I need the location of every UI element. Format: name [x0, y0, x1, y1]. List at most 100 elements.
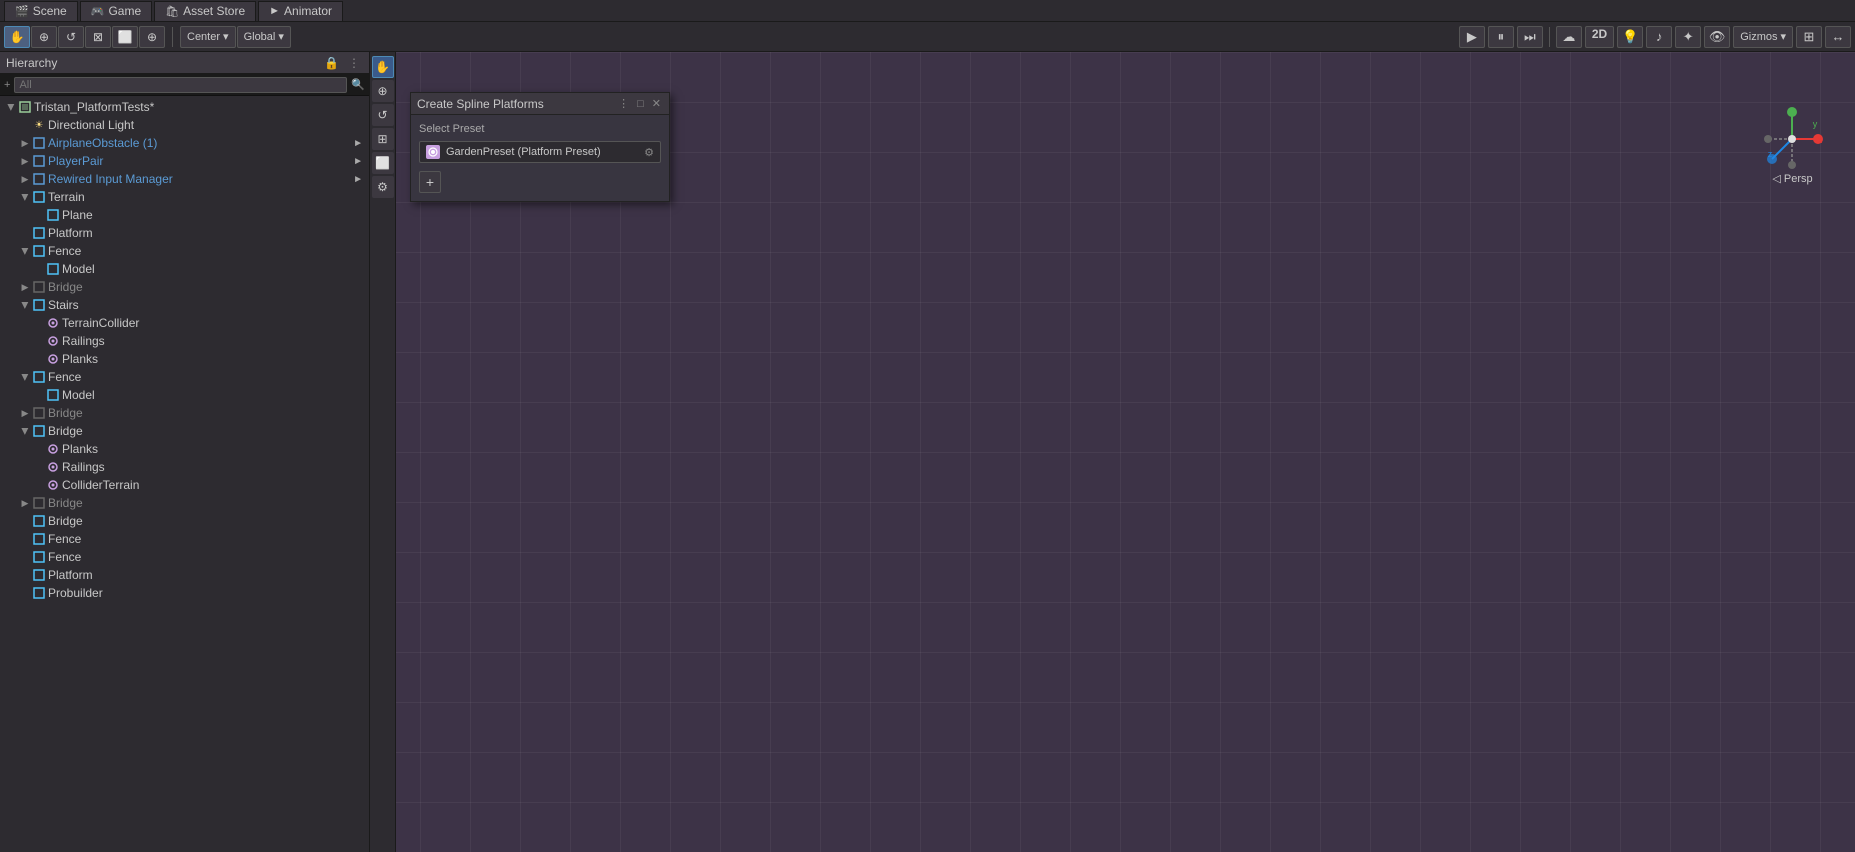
rotate-tool-btn[interactable]: ↺ — [58, 26, 84, 48]
effects-btn[interactable]: ✦ — [1675, 26, 1701, 48]
tree-item-bridge2[interactable]: ▶ Bridge — [0, 512, 369, 530]
fence3-cube-icon — [32, 532, 46, 546]
bridge-gray1-label: Bridge — [48, 280, 83, 294]
tree-item-fence3[interactable]: ▶ Fence — [0, 530, 369, 548]
tree-item-directional-light[interactable]: ▶ ☀ Directional Light — [0, 116, 369, 134]
hierarchy-search-icon[interactable]: 🔍 — [351, 78, 365, 91]
tree-item-fence4[interactable]: ▶ Fence — [0, 548, 369, 566]
railings1-icon — [46, 334, 60, 348]
game-tab-icon: 🎮 — [91, 5, 105, 18]
tree-item-tristan[interactable]: ▶ Tristan_PlatformTests* — [0, 98, 369, 116]
tree-item-terrain-collider[interactable]: ▶ TerrainCollider — [0, 314, 369, 332]
tree-item-railings1[interactable]: ▶ Railings — [0, 332, 369, 350]
game-tab-label: Game — [108, 4, 141, 18]
tree-item-platform2[interactable]: ▶ Platform — [0, 566, 369, 584]
play-button[interactable]: ▶ — [1459, 26, 1485, 48]
step-button[interactable]: ⏭ — [1517, 26, 1543, 48]
tab-scene[interactable]: 🎬 Scene — [4, 1, 78, 21]
lightbulb-btn[interactable]: 💡 — [1617, 26, 1643, 48]
layers-btn[interactable]: ⊞ — [1796, 26, 1822, 48]
tab-game[interactable]: 🎮 Game — [80, 1, 152, 21]
rewired-arrow-icon: ▶ — [18, 174, 32, 185]
tree-item-platform1[interactable]: ▶ Platform — [0, 224, 369, 242]
pivot-toggle[interactable]: Center ▾ — [180, 26, 236, 48]
rect-tool-btn[interactable]: ⬜ — [112, 26, 138, 48]
tree-item-player-pair[interactable]: ▶ PlayerPair ► — [0, 152, 369, 170]
tree-item-probuilder[interactable]: ▶ Probuilder — [0, 584, 369, 602]
tab-asset-store[interactable]: 🛍 Asset Store — [154, 1, 256, 21]
global-toggle[interactable]: Global ▾ — [237, 26, 291, 48]
tree-item-rewired[interactable]: ▶ Rewired Input Manager ► — [0, 170, 369, 188]
hierarchy-menu-icon[interactable]: ⋮ — [345, 56, 363, 70]
dialog-close-icon[interactable]: ✕ — [650, 95, 663, 112]
fence2-label: Fence — [48, 370, 81, 384]
layout-btn[interactable]: ↔ — [1825, 26, 1851, 48]
dialog-menu-icon[interactable]: ⋮ — [616, 95, 631, 112]
svg-text:x: x — [1818, 135, 1823, 145]
move-tool-btn[interactable]: ⊕ — [31, 26, 57, 48]
pause-button[interactable]: ⏸ — [1488, 26, 1514, 48]
2d-toggle-btn[interactable]: 2D — [1585, 26, 1614, 48]
tree-item-bridge-gray3[interactable]: ▶ Bridge — [0, 494, 369, 512]
platform1-label: Platform — [48, 226, 93, 240]
preset-settings-icon[interactable]: ⚙ — [644, 146, 654, 159]
global-arrow-icon: ▾ — [278, 30, 284, 43]
dialog-title: Create Spline Platforms — [417, 97, 544, 111]
cloud-button[interactable]: ☁ — [1556, 26, 1582, 48]
scene-hand-btn[interactable]: ✋ — [372, 56, 394, 78]
tree-item-plane[interactable]: ▶ Plane — [0, 206, 369, 224]
pivot-label: Center — [187, 31, 220, 43]
bridge-gray2-cube-icon — [32, 406, 46, 420]
tree-item-terrain[interactable]: ▶ Terrain — [0, 188, 369, 206]
bridge1-label: Bridge — [48, 424, 83, 438]
hierarchy-panel-header: Hierarchy 🔒 ⋮ — [0, 52, 369, 74]
tree-item-planks2[interactable]: ▶ Planks — [0, 440, 369, 458]
scene-scale-btn[interactable]: ⊞ — [372, 128, 394, 150]
railings2-label: Railings — [62, 460, 105, 474]
tree-item-planks1[interactable]: ▶ Planks — [0, 350, 369, 368]
tree-item-stairs[interactable]: ▶ Stairs — [0, 296, 369, 314]
pivot-group: Center ▾ Global ▾ — [180, 26, 291, 48]
tree-item-bridge-gray1[interactable]: ▶ Bridge — [0, 278, 369, 296]
model1-label: Model — [62, 262, 95, 276]
bridge2-cube-icon — [32, 514, 46, 528]
tree-item-model1[interactable]: ▶ Model — [0, 260, 369, 278]
scene-move-btn[interactable]: ⊕ — [372, 80, 394, 102]
tree-item-collider-terrain[interactable]: ▶ ColliderTerrain — [0, 476, 369, 494]
persp-label[interactable]: ◁ Persp — [1772, 172, 1812, 185]
scene-rect-btn[interactable]: ⬜ — [372, 152, 394, 174]
dialog-add-button[interactable]: + — [419, 171, 441, 193]
tree-item-bridge-gray2[interactable]: ▶ Bridge — [0, 404, 369, 422]
dialog-preset-item[interactable]: GardenPreset (Platform Preset) ⚙ — [419, 141, 661, 163]
multi-tool-btn[interactable]: ⊕ — [139, 26, 165, 48]
scene-rotate-btn[interactable]: ↺ — [372, 104, 394, 126]
scale-tool-btn[interactable]: ⊠ — [85, 26, 111, 48]
tree-item-bridge1[interactable]: ▶ Bridge — [0, 422, 369, 440]
visibility-btn[interactable]: 👁 — [1704, 26, 1730, 48]
tree-item-railings2[interactable]: ▶ Railings — [0, 458, 369, 476]
hierarchy-search-input[interactable] — [14, 77, 347, 93]
gizmos-btn[interactable]: Gizmos ▾ — [1733, 26, 1793, 48]
top-tabs-bar: 🎬 Scene 🎮 Game 🛍 Asset Store ► Animator — [0, 0, 1855, 22]
dialog-body: Select Preset GardenPreset (Platform Pre… — [411, 115, 669, 201]
railings2-icon — [46, 460, 60, 474]
tab-animator[interactable]: ► Animator — [258, 1, 343, 21]
animator-tab-icon: ► — [269, 5, 280, 17]
tree-item-model2[interactable]: ▶ Model — [0, 386, 369, 404]
tree-item-fence2[interactable]: ▶ Fence — [0, 368, 369, 386]
tristan-scene-icon — [18, 100, 32, 114]
scene-view[interactable]: ✋ ⊕ ↺ ⊞ ⬜ ⚙ Create Spline Platforms ⋮ □ … — [370, 52, 1855, 852]
gizmos-label: Gizmos — [1740, 31, 1777, 43]
tree-item-airplane-obstacle[interactable]: ▶ AirplaneObstacle (1) ► — [0, 134, 369, 152]
tree-item-fence1[interactable]: ▶ Fence — [0, 242, 369, 260]
hierarchy-lock-icon[interactable]: 🔒 — [324, 56, 339, 70]
audio-btn[interactable]: ♪ — [1646, 26, 1672, 48]
bridge1-arrow-icon: ▶ — [20, 424, 31, 438]
hand-tool-btn[interactable]: ✋ — [4, 26, 30, 48]
planks2-icon — [46, 442, 60, 456]
dialog-maximize-icon[interactable]: □ — [635, 96, 646, 112]
bridge-gray3-label: Bridge — [48, 496, 83, 510]
add-hierarchy-btn[interactable]: + — [4, 79, 10, 91]
scene-tab-label: Scene — [33, 4, 67, 18]
scene-settings-btn[interactable]: ⚙ — [372, 176, 394, 198]
